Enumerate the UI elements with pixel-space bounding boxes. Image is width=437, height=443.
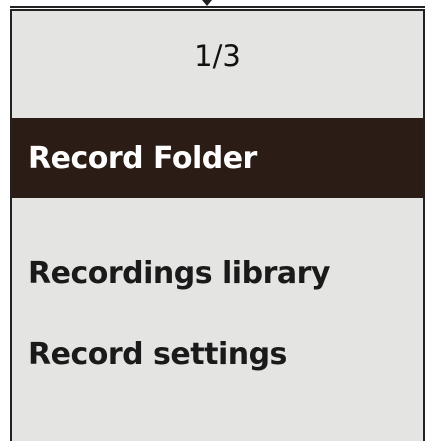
menu-item-label: Record settings bbox=[28, 336, 287, 372]
menu-item-record-folder[interactable]: Record Folder bbox=[12, 118, 423, 198]
scroll-up-indicator-icon bbox=[202, 0, 212, 6]
device-screen: 1/3 Record Folder Recordings library Rec… bbox=[10, 9, 425, 441]
page-indicator: 1/3 bbox=[194, 39, 241, 73]
top-border bbox=[10, 6, 425, 8]
menu-item-label: Recordings library bbox=[28, 255, 330, 291]
menu-item-record-settings[interactable]: Record settings bbox=[12, 314, 423, 394]
menu-item-recordings-library[interactable]: Recordings library bbox=[12, 233, 423, 313]
menu-item-label: Record Folder bbox=[28, 140, 257, 176]
